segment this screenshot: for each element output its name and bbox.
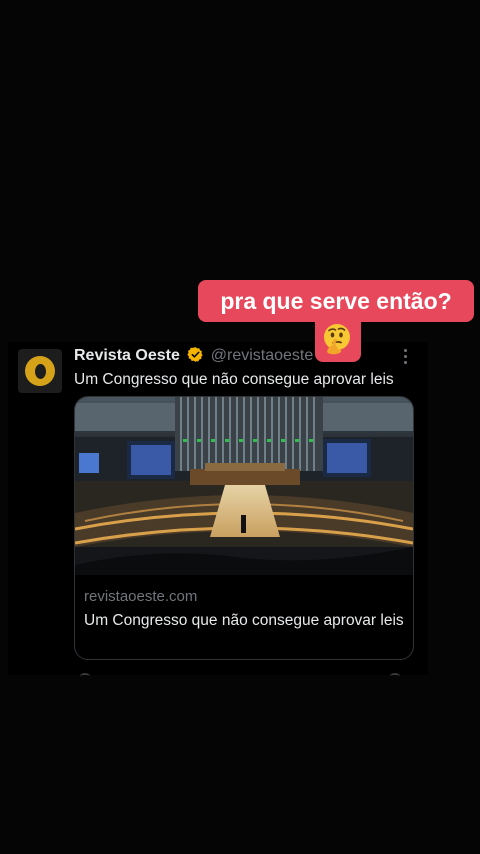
verified-badge-icon — [187, 347, 203, 362]
link-meta: revistaoeste.com Um Congresso que não co… — [84, 587, 404, 631]
link-preview-card[interactable]: revistaoeste.com Um Congresso que não co… — [74, 396, 414, 660]
thinking-face-icon — [324, 324, 350, 355]
link-title[interactable]: Um Congresso que não consegue aprovar le… — [84, 610, 404, 631]
caption-overlay: pra que serve então? — [198, 280, 474, 322]
author-name[interactable]: Revista Oeste — [74, 347, 180, 364]
author-handle[interactable]: @revistaoeste — [211, 347, 314, 364]
link-domain[interactable]: revistaoeste.com — [84, 587, 404, 607]
tweet-header: Revista Oeste @revistaoeste — [74, 346, 313, 366]
tweet-text: Um Congresso que não consegue aprovar le… — [74, 371, 394, 388]
reply-icon[interactable] — [80, 673, 90, 679]
avatar[interactable] — [18, 349, 62, 393]
congress-chamber-photo — [75, 397, 413, 575]
more-options-icon[interactable] — [400, 346, 410, 368]
revista-oeste-logo-icon — [25, 356, 55, 386]
share-icon[interactable] — [390, 673, 400, 679]
